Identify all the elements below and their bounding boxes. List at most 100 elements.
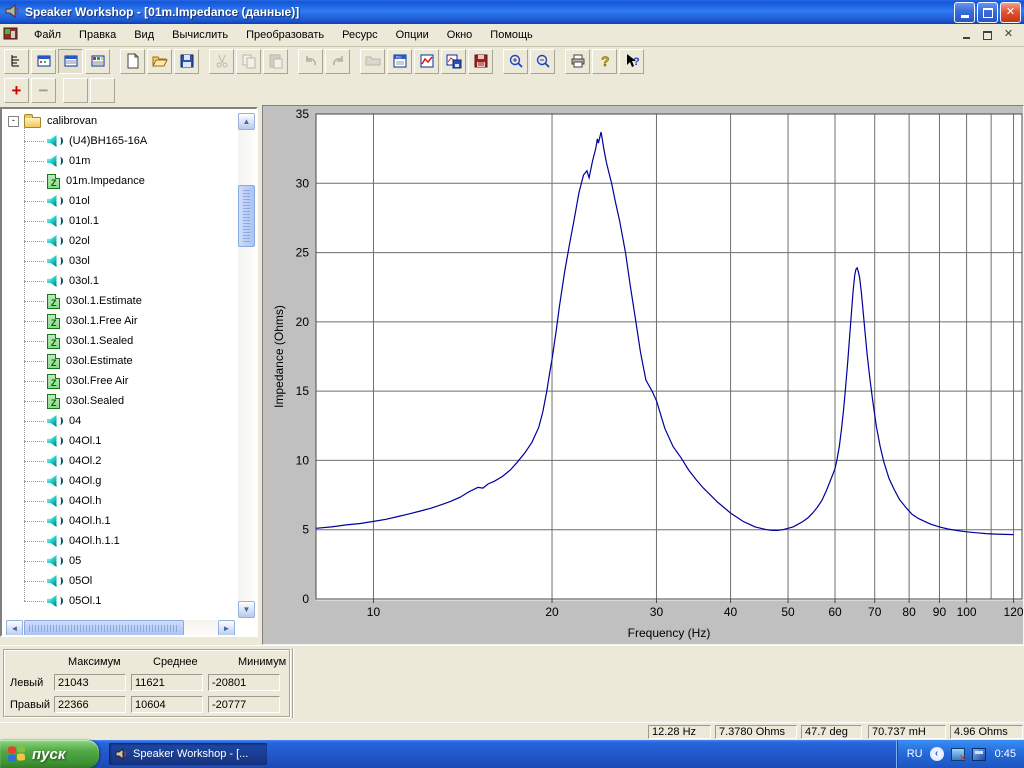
- zoom-in-button[interactable]: [503, 49, 528, 74]
- tree-item[interactable]: 01m.Impedance: [2, 171, 232, 191]
- save-icon: [179, 53, 195, 69]
- tree-item-label: 03ol.1.Free Air: [66, 315, 138, 327]
- blank-button-2[interactable]: [90, 78, 115, 103]
- tree-item-icon: [24, 117, 41, 128]
- tree-expander-icon[interactable]: -: [8, 116, 19, 127]
- outline-view-button[interactable]: [4, 49, 29, 74]
- scroll-up-button[interactable]: ▲: [238, 113, 255, 130]
- mdi-restore-button[interactable]: [980, 28, 995, 42]
- tree-item[interactable]: 03ol.Free Air: [2, 371, 232, 391]
- tree-item[interactable]: 04: [2, 411, 232, 431]
- stats-col-min: Минимум: [230, 656, 315, 668]
- tree-horizontal-scrollbar[interactable]: ◄ ►: [6, 620, 235, 637]
- tree-item[interactable]: 04Ol.1: [2, 431, 232, 451]
- tree-item[interactable]: 04Ol.h.1.1: [2, 531, 232, 551]
- tree-item[interactable]: 03ol.Sealed: [2, 391, 232, 411]
- icon-view-button[interactable]: [31, 49, 56, 74]
- menu-item[interactable]: Ресурс: [333, 26, 386, 44]
- vertical-scroll-thumb[interactable]: [238, 185, 255, 247]
- mdi-minimize-button[interactable]: [959, 28, 974, 42]
- save-button[interactable]: [174, 49, 199, 74]
- taskbar-task-button[interactable]: Speaker Workshop - [...: [109, 743, 267, 765]
- impedance-chart-panel: 10203040506070809010012005101520253035Fr…: [262, 105, 1024, 645]
- minimize-button[interactable]: [954, 2, 975, 23]
- scroll-down-button[interactable]: ▼: [238, 601, 255, 618]
- menu-item[interactable]: Окно: [438, 26, 482, 44]
- tree-item-icon: [47, 394, 60, 409]
- menu-item[interactable]: Правка: [70, 26, 125, 44]
- tree-item[interactable]: 03ol: [2, 251, 232, 271]
- properties-window-button[interactable]: Prp: [387, 49, 412, 74]
- chart-button[interactable]: [414, 49, 439, 74]
- menu-item[interactable]: Опции: [387, 26, 438, 44]
- redo-button[interactable]: [325, 49, 350, 74]
- menu-item[interactable]: Файл: [25, 26, 70, 44]
- tree-item[interactable]: 03ol.Estimate: [2, 351, 232, 371]
- scroll-left-button[interactable]: ◄: [6, 620, 23, 637]
- chart-save-button[interactable]: [441, 49, 466, 74]
- tree-item[interactable]: 01ol: [2, 191, 232, 211]
- undo-button[interactable]: [298, 49, 323, 74]
- tree-item[interactable]: (U4)BH165-16A: [2, 131, 232, 151]
- help-button[interactable]: ?: [592, 49, 617, 74]
- tree-item[interactable]: 03ol.1.Sealed: [2, 331, 232, 351]
- tree-vertical-scrollbar[interactable]: ▲ ▼: [238, 113, 255, 618]
- print-icon: [570, 53, 586, 69]
- tree-item[interactable]: 04Ol.g: [2, 471, 232, 491]
- add-icon: +: [12, 82, 22, 99]
- start-button[interactable]: пуск: [0, 740, 99, 768]
- copy-button[interactable]: [236, 49, 261, 74]
- tree-item-label: 03ol.1: [69, 275, 99, 287]
- add-button[interactable]: +: [4, 78, 29, 103]
- svg-text:50: 50: [781, 605, 795, 619]
- scroll-right-button[interactable]: ►: [218, 620, 235, 637]
- stats-right-label: Правый: [10, 699, 54, 711]
- zoom-out-button[interactable]: [530, 49, 555, 74]
- cell-view-button[interactable]: [85, 49, 110, 74]
- blank-button-1[interactable]: [63, 78, 88, 103]
- tree-item[interactable]: 05: [2, 551, 232, 571]
- tree-item-icon: [46, 433, 63, 449]
- tree-item[interactable]: 04Ol.h: [2, 491, 232, 511]
- tree-item[interactable]: 05Ol.1: [2, 591, 232, 611]
- print-button[interactable]: [565, 49, 590, 74]
- tree-item[interactable]: 03ol.1.Free Air: [2, 311, 232, 331]
- open-button[interactable]: [147, 49, 172, 74]
- cut-button[interactable]: [209, 49, 234, 74]
- context-help-button[interactable]: ?: [619, 49, 644, 74]
- tree-item[interactable]: 04Ol.h.1: [2, 511, 232, 531]
- desktop: Speaker Workshop - [01m.Impedance (данны…: [0, 0, 1024, 768]
- context-help-icon: ?: [624, 53, 640, 69]
- restore-button[interactable]: [977, 2, 998, 23]
- menu-item[interactable]: Вычислить: [163, 26, 237, 44]
- tree-item-label: 03ol.Free Air: [66, 375, 128, 387]
- folder-properties-button[interactable]: [360, 49, 385, 74]
- tree-item[interactable]: - calibrovan: [2, 111, 232, 131]
- start-button-label: пуск: [32, 746, 65, 763]
- menu-item[interactable]: Вид: [125, 26, 163, 44]
- tree-item[interactable]: 03ol.1: [2, 271, 232, 291]
- hide-icons-chevron[interactable]: ‹: [930, 747, 944, 761]
- network-status-icon[interactable]: [951, 748, 965, 761]
- mdi-close-button[interactable]: ✕: [1001, 28, 1016, 42]
- tree-item[interactable]: 04Ol.2: [2, 451, 232, 471]
- close-button[interactable]: ✕: [1000, 2, 1021, 23]
- horizontal-scroll-thumb[interactable]: [24, 620, 184, 637]
- export-button[interactable]: [468, 49, 493, 74]
- tree-item[interactable]: 03ol.1.Estimate: [2, 291, 232, 311]
- tree-item[interactable]: 01m: [2, 151, 232, 171]
- tree-item[interactable]: 02ol: [2, 231, 232, 251]
- remove-button[interactable]: −: [31, 78, 56, 103]
- tree-item[interactable]: 01ol.1: [2, 211, 232, 231]
- menu-item[interactable]: Помощь: [481, 26, 542, 44]
- detail-view-button[interactable]: [58, 49, 83, 74]
- new-document-button[interactable]: [120, 49, 145, 74]
- tray-app-icon[interactable]: [972, 748, 986, 761]
- tree-item-label: 04Ol.2: [69, 455, 101, 467]
- paste-button[interactable]: [263, 49, 288, 74]
- tree-item-label: 04Ol.h.1.1: [69, 535, 120, 547]
- tree-item[interactable]: 05Ol: [2, 571, 232, 591]
- menu-item[interactable]: Преобразовать: [237, 26, 333, 44]
- task-speaker-icon: [115, 748, 128, 761]
- language-indicator[interactable]: RU: [907, 748, 923, 760]
